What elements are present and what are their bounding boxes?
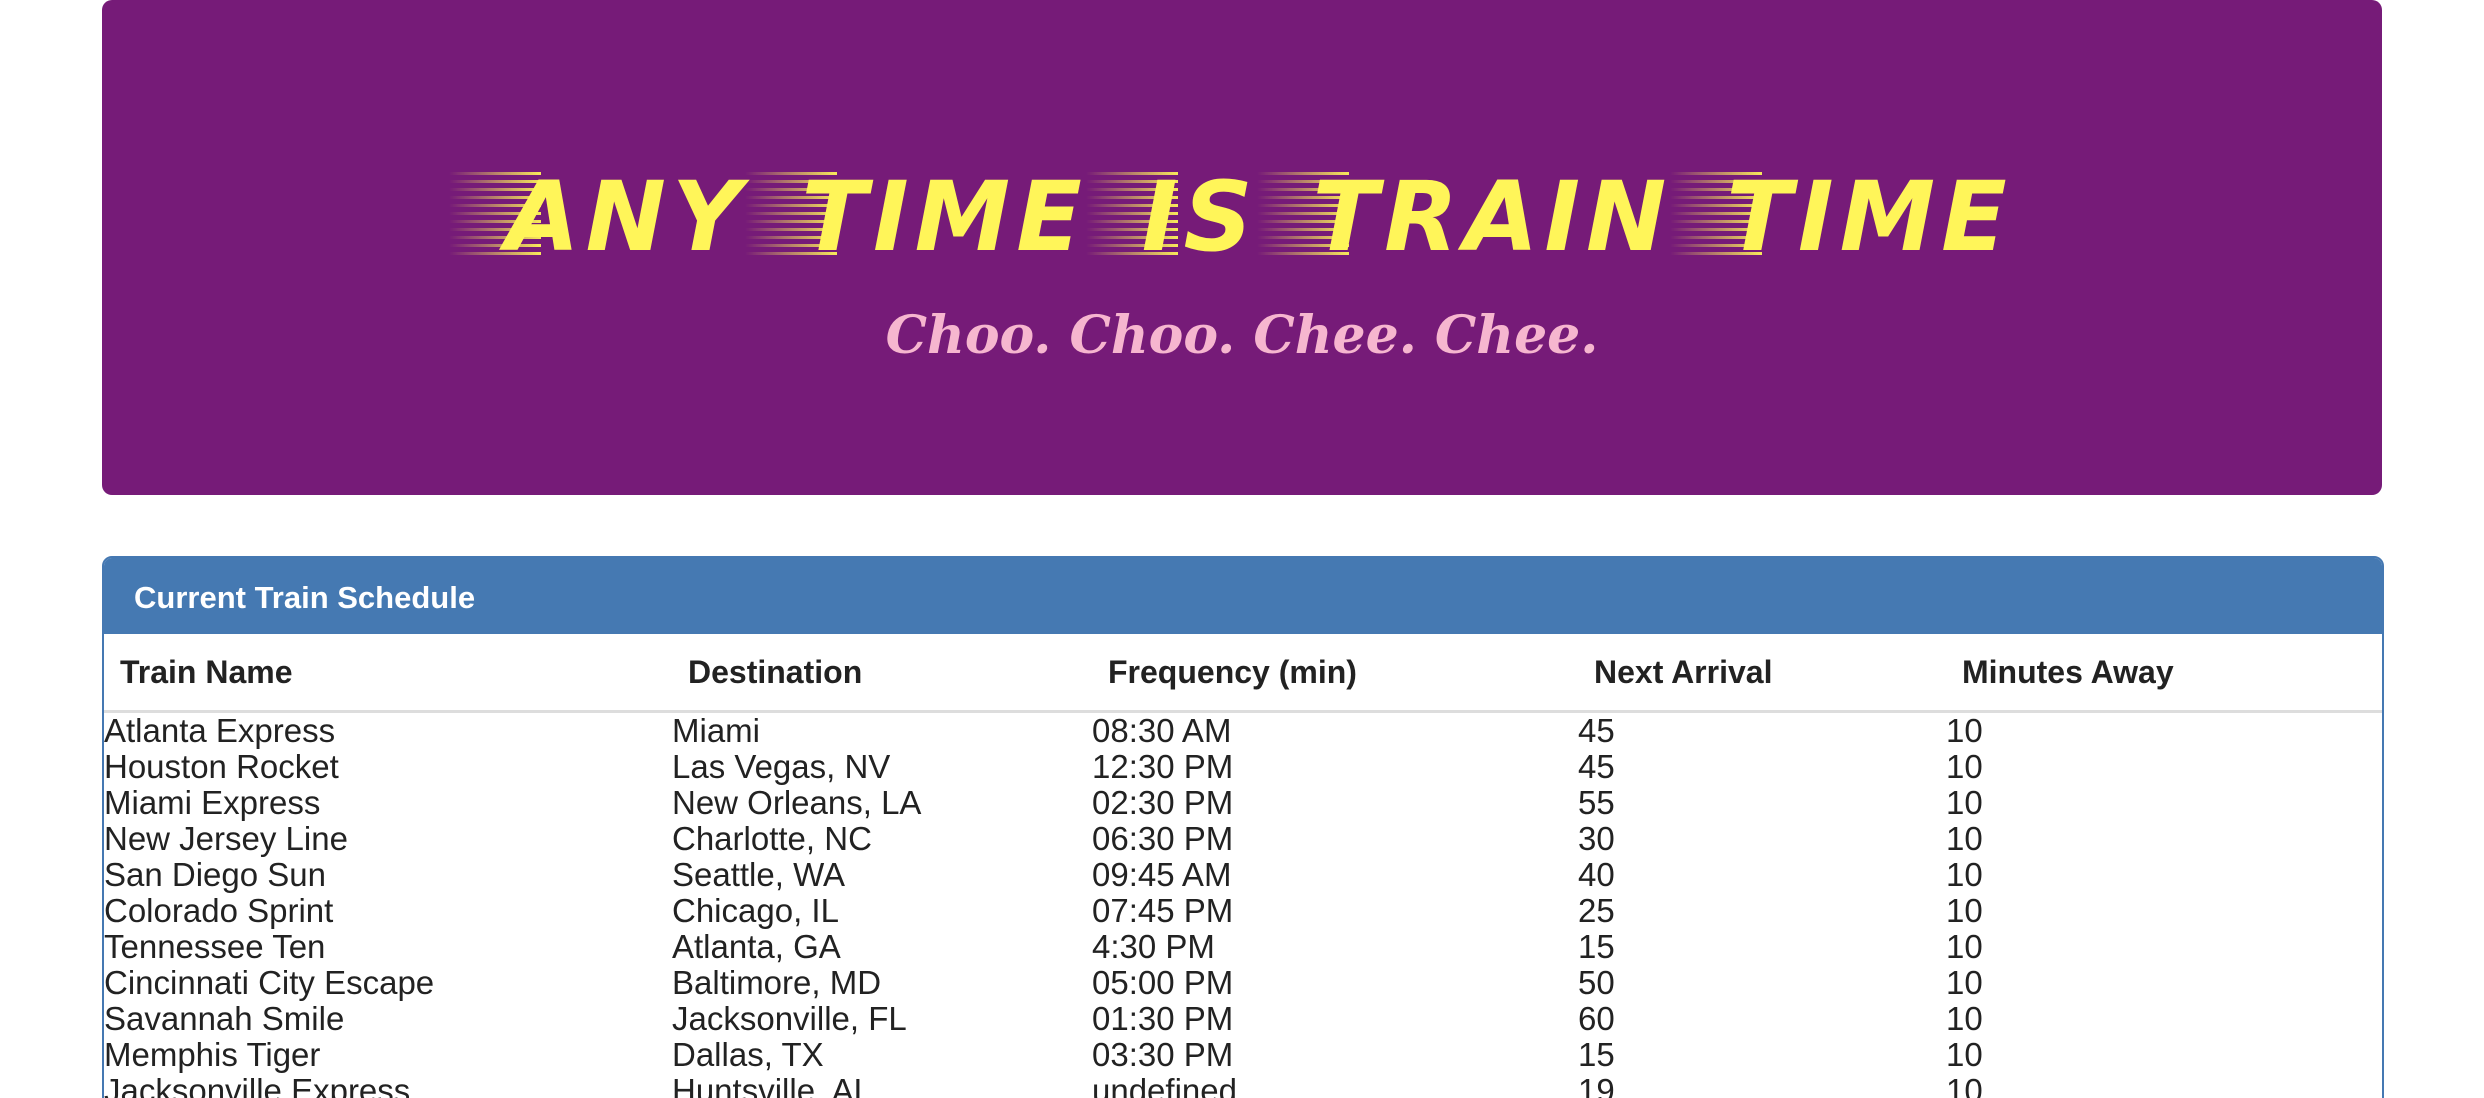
- column-header-next-arrival: Next Arrival: [1578, 634, 1946, 713]
- table-row: Savannah Smile Jacksonville, FL 01:30 PM 60…: [104, 1001, 2382, 1037]
- destination-cell: Charlotte, NC: [672, 820, 872, 857]
- minutes-away-cell: 10: [1946, 892, 1983, 929]
- table-row: Jacksonville Express Huntsville, AL undefi…: [104, 1073, 2382, 1098]
- destination-cell: Miami: [672, 712, 760, 749]
- minutes-away-cell: 10: [1946, 748, 1983, 785]
- train-name-cell: Atlanta Express: [104, 712, 336, 749]
- train-name-cell: Savannah Smile: [104, 1000, 345, 1037]
- title-word: Any: [449, 152, 747, 282]
- next-arrival-cell: 60: [1578, 1000, 1615, 1037]
- train-name-cell: Jacksonville Express: [104, 1072, 411, 1098]
- frequency-cell: 4:30 PM: [1092, 928, 1215, 965]
- destination-cell: Baltimore, MD: [672, 964, 882, 1001]
- table-row: Miami Express New Orleans, LA 02:30 PM 55 10: [104, 785, 2382, 821]
- title-word: Is: [1085, 152, 1259, 282]
- minutes-away-cell: 10: [1946, 1036, 1983, 1073]
- title-word: Time: [745, 152, 1087, 282]
- destination-cell: Las Vegas, NV: [672, 748, 891, 785]
- table-row: Houston Rocket Las Vegas, NV 12:30 PM 45 10: [104, 749, 2382, 785]
- destination-cell: Huntsville, AL: [672, 1072, 872, 1098]
- train-name-cell: Tennessee Ten: [104, 928, 326, 965]
- table-row: Colorado Sprint Chicago, IL 07:45 PM 25 10: [104, 893, 2382, 929]
- next-arrival-cell: 19: [1578, 1072, 1615, 1098]
- table-row: Tennessee Ten Atlanta, GA 4:30 PM 15 10: [104, 929, 2382, 965]
- column-header-minutes-away: Minutes Away: [1946, 634, 2382, 713]
- schedule-panel-heading: Current Train Schedule: [104, 558, 2382, 634]
- destination-cell: Jacksonville, FL: [672, 1000, 907, 1037]
- frequency-cell: 03:30 PM: [1092, 1036, 1234, 1073]
- next-arrival-cell: 50: [1578, 964, 1615, 1001]
- schedule-panel: Current Train Schedule Train Name Destin…: [102, 556, 2384, 1098]
- page-title: Any Time Is Train Time: [102, 152, 2382, 282]
- page: Any Time Is Train Time Choo. Choo. Chee. Che…: [0, 0, 2484, 1098]
- frequency-cell: undefined: [1092, 1072, 1237, 1098]
- destination-cell: New Orleans, LA: [672, 784, 922, 821]
- next-arrival-cell: 45: [1578, 748, 1615, 785]
- next-arrival-cell: 45: [1578, 712, 1615, 749]
- minutes-away-cell: 10: [1946, 784, 1983, 821]
- title-word: Train: [1256, 152, 1673, 282]
- train-name-cell: Cincinnati City Escape: [104, 964, 435, 1001]
- destination-cell: Chicago, IL: [672, 892, 839, 929]
- minutes-away-cell: 10: [1946, 820, 1983, 857]
- header-jumbotron: Any Time Is Train Time Choo. Choo. Chee. Che…: [102, 0, 2382, 495]
- next-arrival-cell: 55: [1578, 784, 1615, 821]
- frequency-cell: 06:30 PM: [1092, 820, 1234, 857]
- next-arrival-cell: 25: [1578, 892, 1615, 929]
- train-name-cell: Houston Rocket: [104, 748, 339, 785]
- next-arrival-cell: 30: [1578, 820, 1615, 857]
- schedule-table-header: Train Name Destination Frequency (min) N…: [104, 634, 2382, 713]
- table-row: San Diego Sun Seattle, WA 09:45 AM 40 10: [104, 857, 2382, 893]
- frequency-cell: 07:45 PM: [1092, 892, 1234, 929]
- train-name-cell: Memphis Tiger: [104, 1036, 321, 1073]
- minutes-away-cell: 10: [1946, 1000, 1983, 1037]
- destination-cell: Dallas, TX: [672, 1036, 824, 1073]
- train-name-cell: Colorado Sprint: [104, 892, 334, 929]
- minutes-away-cell: 10: [1946, 856, 1983, 893]
- minutes-away-cell: 10: [1946, 964, 1983, 1001]
- minutes-away-cell: 10: [1946, 928, 1983, 965]
- frequency-cell: 08:30 AM: [1092, 712, 1232, 749]
- train-name-cell: San Diego Sun: [104, 856, 326, 893]
- minutes-away-cell: 10: [1946, 1072, 1983, 1098]
- frequency-cell: 12:30 PM: [1092, 748, 1234, 785]
- frequency-cell: 09:45 AM: [1092, 856, 1232, 893]
- schedule-table: Train Name Destination Frequency (min) N…: [104, 634, 2382, 1098]
- schedule-table-body: Atlanta Express Miami 08:30 AM 45 10 Houston …: [104, 712, 2382, 1098]
- frequency-cell: 02:30 PM: [1092, 784, 1234, 821]
- table-row: Cincinnati City Escape Baltimore, MD 05:00…: [104, 965, 2382, 1001]
- destination-cell: Seattle, WA: [672, 856, 846, 893]
- destination-cell: Atlanta, GA: [672, 928, 841, 965]
- column-header-train-name: Train Name: [104, 634, 672, 713]
- table-row: New Jersey Line Charlotte, NC 06:30 PM 30 10: [104, 821, 2382, 857]
- train-name-cell: Miami Express: [104, 784, 321, 821]
- table-row: Atlanta Express Miami 08:30 AM 45 10: [104, 712, 2382, 750]
- next-arrival-cell: 40: [1578, 856, 1615, 893]
- frequency-cell: 05:00 PM: [1092, 964, 1234, 1001]
- column-header-frequency: Frequency (min): [1092, 634, 1578, 713]
- title-word: Time: [1670, 152, 2012, 282]
- minutes-away-cell: 10: [1946, 712, 1983, 749]
- next-arrival-cell: 15: [1578, 1036, 1615, 1073]
- train-name-cell: New Jersey Line: [104, 820, 348, 857]
- page-subtitle: Choo. Choo. Chee. Chee.: [885, 305, 1599, 366]
- frequency-cell: 01:30 PM: [1092, 1000, 1234, 1037]
- table-row: Memphis Tiger Dallas, TX 03:30 PM 15 10: [104, 1037, 2382, 1073]
- column-header-destination: Destination: [672, 634, 1092, 713]
- next-arrival-cell: 15: [1578, 928, 1615, 965]
